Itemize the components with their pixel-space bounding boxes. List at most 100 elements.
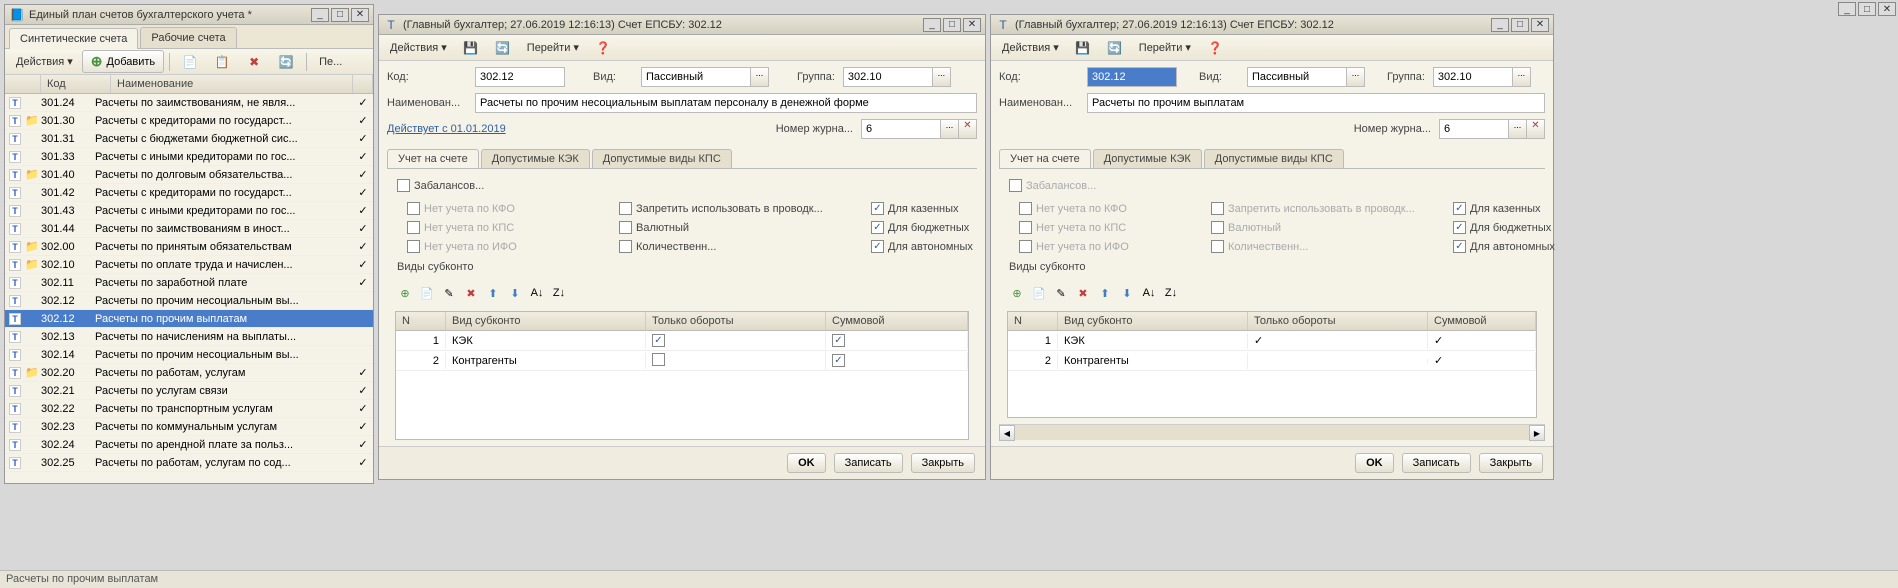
table-row[interactable]: T301.33Расчеты с иными кредиторами по го… [5,148,373,166]
sk-up[interactable]: ⬆ [483,283,503,303]
sk-sum[interactable] [826,352,968,369]
cb-budget[interactable] [871,221,884,234]
table-row[interactable]: T301.43Расчеты с иными кредиторами по го… [5,202,373,220]
col-code[interactable]: Код [41,75,111,93]
d1-actions[interactable]: Действия ▾ [383,38,454,58]
sk-add[interactable]: ⊕ [1007,283,1027,303]
tab-kps[interactable]: Допустимые виды КПС [592,149,732,168]
sk-down[interactable]: ⬇ [505,283,525,303]
d1-max[interactable]: □ [943,18,961,32]
cb-currency[interactable] [619,221,632,234]
d1-min[interactable]: _ [923,18,941,32]
cb-budget[interactable] [1453,221,1466,234]
tb-icon-4[interactable]: 🔄 [271,52,301,72]
scroll-left[interactable]: ◀ [999,425,1015,441]
d2-ok[interactable]: OK [1355,453,1394,473]
tab-kps[interactable]: Допустимые виды КПС [1204,149,1344,168]
sk-down[interactable]: ⬇ [1117,283,1137,303]
sk-add[interactable]: ⊕ [395,283,415,303]
table-row[interactable]: T📁302.00Расчеты по принятым обязательств… [5,238,373,256]
close-button[interactable]: ✕ [351,8,369,22]
d1-journal-clear[interactable]: ✕ [959,119,977,139]
cb-state[interactable] [1453,202,1466,215]
cb-forbid[interactable] [619,202,632,215]
app-min[interactable]: _ [1838,2,1856,16]
sk-copy[interactable]: 📄 [417,283,437,303]
d2-group-input[interactable] [1433,67,1513,87]
sk-sort-a[interactable]: A↓ [527,283,547,303]
sk-sum[interactable] [826,332,968,349]
sk-delete[interactable]: ✖ [461,283,481,303]
d1-valid-link[interactable]: Действует с 01.01.2019 [387,123,506,135]
d2-save-icon[interactable]: 💾 [1068,38,1098,58]
col-name[interactable]: Наименование [111,75,353,93]
d1-group-input[interactable] [843,67,933,87]
min-button[interactable]: _ [311,8,329,22]
th-sum[interactable]: Суммовой [826,312,968,330]
table-row[interactable]: T302.13Расчеты по начислениям на выплаты… [5,328,373,346]
d1-journal-dots[interactable]: ... [941,119,959,139]
sk-sum[interactable]: ✓ [1428,352,1536,369]
d2-close-btn[interactable]: Закрыть [1479,453,1543,473]
subkonto-row[interactable]: 2Контрагенты [396,351,968,371]
sk-turnover[interactable] [646,332,826,349]
th-kind[interactable]: Вид субконто [1058,312,1248,330]
cb-qty[interactable] [619,240,632,253]
sk-copy[interactable]: 📄 [1029,283,1049,303]
table-row[interactable]: T302.24Расчеты по арендной плате за поль… [5,436,373,454]
tab-kek[interactable]: Допустимые КЭК [1093,149,1202,168]
scroll-right[interactable]: ▶ [1529,425,1545,441]
th-kind[interactable]: Вид субконто [446,312,646,330]
add-button[interactable]: ⊕Добавить [82,50,164,73]
d2-max[interactable]: □ [1511,18,1529,32]
sk-turnover[interactable] [646,351,826,371]
d2-journal-input[interactable] [1439,119,1509,139]
tb-icon-3[interactable]: ✖ [239,52,269,72]
cb-offbalance[interactable] [397,179,410,192]
app-max[interactable]: □ [1858,2,1876,16]
cb-auto[interactable] [871,240,884,253]
table-row[interactable]: T301.42Расчеты с кредиторами по государс… [5,184,373,202]
d1-group-dots[interactable]: ... [933,67,951,87]
d2-group-dots[interactable]: ... [1513,67,1531,87]
d1-name-input[interactable] [475,93,977,113]
sk-turnover[interactable]: ✓ [1248,332,1428,349]
table-row[interactable]: T302.14Расчеты по прочим несоциальным вы… [5,346,373,364]
sk-sort-a[interactable]: A↓ [1139,283,1159,303]
th-n[interactable]: N [1008,312,1058,330]
d1-code-input[interactable] [475,67,565,87]
table-row[interactable]: T📁302.20Расчеты по работам, услугам✓ [5,364,373,382]
table-row[interactable]: T📁302.10Расчеты по оплате труда и начисл… [5,256,373,274]
tb-icon-1[interactable]: 📄 [175,52,205,72]
d1-help-icon[interactable]: ❓ [588,38,618,58]
d2-journal-dots[interactable]: ... [1509,119,1527,139]
sk-edit[interactable]: ✎ [439,283,459,303]
table-row[interactable]: T302.25Расчеты по работам, услугам по со… [5,454,373,472]
d2-name-input[interactable] [1087,93,1545,113]
d2-journal-clear[interactable]: ✕ [1527,119,1545,139]
subkonto-row[interactable]: 2Контрагенты✓ [1008,351,1536,371]
tab-accounting[interactable]: Учет на счете [387,149,479,168]
th-sum[interactable]: Суммовой [1428,312,1536,330]
sk-delete[interactable]: ✖ [1073,283,1093,303]
tab-working[interactable]: Рабочие счета [140,27,236,48]
d2-help-icon[interactable]: ❓ [1200,38,1230,58]
d2-refresh-icon[interactable]: 🔄 [1100,38,1130,58]
table-row[interactable]: T302.21Расчеты по услугам связи✓ [5,382,373,400]
sk-sort-z[interactable]: Z↓ [1161,283,1181,303]
d2-actions[interactable]: Действия ▾ [995,38,1066,58]
d2-kind-input[interactable] [1247,67,1347,87]
d1-save-icon[interactable]: 💾 [456,38,486,58]
max-button[interactable]: □ [331,8,349,22]
tb-more[interactable]: Пе... [312,52,349,72]
table-row[interactable]: T302.23Расчеты по коммунальным услугам✓ [5,418,373,436]
table-row[interactable]: T302.12Расчеты по прочим выплатам [5,310,373,328]
table-row[interactable]: T301.24Расчеты по заимствованиям, не явл… [5,94,373,112]
tb-icon-2[interactable]: 📋 [207,52,237,72]
cb-state[interactable] [871,202,884,215]
actions-menu[interactable]: Действия ▾ [9,52,80,72]
app-close[interactable]: ✕ [1878,2,1896,16]
table-row[interactable]: T302.12Расчеты по прочим несоциальным вы… [5,292,373,310]
d2-min[interactable]: _ [1491,18,1509,32]
d1-kind-dots[interactable]: ... [751,67,769,87]
